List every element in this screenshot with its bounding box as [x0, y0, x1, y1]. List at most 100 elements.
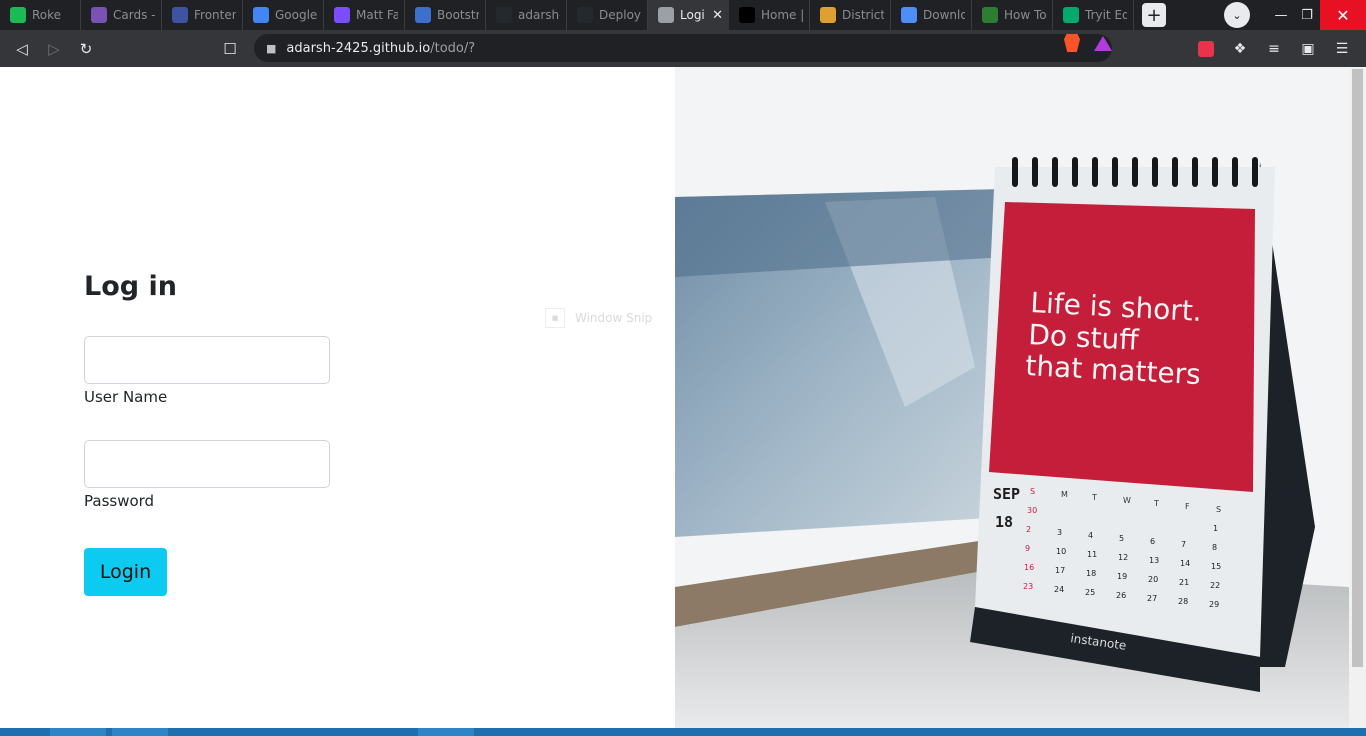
calendar-day: 11	[1087, 550, 1097, 559]
page-scrollbar[interactable]	[1349, 67, 1366, 728]
url-host: adarsh-2425.github.io	[286, 40, 431, 56]
login-button[interactable]: Login	[84, 548, 167, 596]
calendar-day: 1	[1213, 524, 1218, 533]
tab-title: Deploy	[599, 8, 641, 22]
w3-icon	[1063, 7, 1079, 23]
os-taskbar	[0, 728, 1366, 736]
calendar-day: 4	[1088, 531, 1093, 540]
tab-title: adarsh-	[518, 8, 560, 22]
extension-icon[interactable]	[1190, 33, 1222, 65]
taskbar-item[interactable]	[112, 728, 168, 736]
calendar-day: 23	[1023, 582, 1033, 591]
minimize-icon[interactable]: —	[1268, 0, 1294, 30]
calendar-day: 15	[1211, 562, 1221, 571]
tab-title: Districts	[842, 8, 884, 22]
tab-title: Matt Fa	[356, 8, 398, 22]
calendar-day: 19	[1117, 572, 1127, 581]
spiral-ring	[1092, 157, 1098, 187]
calendar-day: 3	[1057, 528, 1062, 537]
username-label: User Name	[84, 388, 168, 406]
close-window-icon[interactable]: ✕	[1320, 0, 1366, 30]
close-tab-icon[interactable]: ✕	[712, 8, 723, 23]
media-queue-icon[interactable]: ≡	[1258, 33, 1290, 65]
tab-title: Google	[275, 8, 317, 22]
calendar-day: 29	[1209, 600, 1219, 609]
tab-7[interactable]: Deploy	[567, 0, 648, 30]
calendar-day: 7	[1181, 540, 1186, 549]
tab-list: Roke Cards - B Fronten Google Matt Fa Bootstr…	[0, 0, 1134, 30]
spiral-ring	[1152, 157, 1158, 187]
tab-2[interactable]: Fronten	[162, 0, 243, 30]
menu-icon[interactable]: ☰	[1326, 33, 1358, 65]
frontend-mentor-icon	[172, 7, 188, 23]
wix-icon	[739, 7, 755, 23]
tab-9[interactable]: Home |	[729, 0, 810, 30]
tab-11[interactable]: Downlo	[891, 0, 972, 30]
tab-12[interactable]: How To	[972, 0, 1053, 30]
tab-title: How To	[1004, 8, 1046, 22]
mdb-icon	[415, 7, 431, 23]
new-tab-button[interactable]: +	[1142, 3, 1166, 27]
tab-title: Downlo	[923, 8, 965, 22]
calendar-day: 6	[1150, 537, 1155, 546]
tab-search-icon[interactable]: ⌄	[1224, 2, 1250, 28]
forward-icon[interactable]: ▷	[38, 33, 70, 65]
snip-icon: ■	[545, 308, 565, 328]
calendar-weekday: T	[1091, 493, 1097, 502]
calendar-day: 30	[1027, 506, 1037, 515]
page-title: Log in	[84, 271, 177, 302]
spiral-ring	[1072, 157, 1078, 187]
chart-icon	[334, 7, 350, 23]
tab-10[interactable]: Districts	[810, 0, 891, 30]
tab-title: Logi	[680, 8, 705, 22]
calendar-weekday: W	[1123, 496, 1131, 505]
tab-13[interactable]: Tryit Edi	[1053, 0, 1134, 30]
tab-6[interactable]: adarsh-	[486, 0, 567, 30]
bootstrap-icon	[91, 7, 107, 23]
calendar-weekday: F	[1185, 502, 1190, 511]
taskbar-item[interactable]	[50, 728, 106, 736]
lock-icon: ■	[266, 41, 277, 55]
calendar-day: 13	[1149, 556, 1159, 565]
spiral-ring	[1252, 157, 1258, 187]
address-bar[interactable]: ■ adarsh-2425.github.io/todo/?	[254, 34, 1112, 62]
hero-photo: Life is short. Do stuff that matters SEP…	[675, 67, 1349, 728]
restore-icon[interactable]: ❐	[1294, 0, 1320, 30]
scrollbar-thumb[interactable]	[1352, 69, 1363, 667]
tab-1[interactable]: Cards - B	[81, 0, 162, 30]
github-icon	[577, 7, 593, 23]
password-input[interactable]	[84, 440, 330, 488]
calendar-day: 26	[1116, 591, 1126, 600]
wallet-icon[interactable]: ▣	[1292, 33, 1324, 65]
google-icon	[253, 7, 269, 23]
tab-title: Fronten	[194, 8, 236, 22]
spiral-ring	[1232, 157, 1238, 187]
browser-toolbar: ◁ ▷ ↻ ☐ ■ adarsh-2425.github.io/todo/? ❖…	[0, 30, 1366, 67]
brave-shields-icon[interactable]	[1064, 34, 1080, 52]
calendar-day: 18	[1086, 569, 1096, 578]
diamond-icon	[901, 7, 917, 23]
spiral-ring	[1032, 157, 1038, 187]
tab-5[interactable]: Bootstra	[405, 0, 486, 30]
calendar-day: 16	[1024, 563, 1034, 572]
tab-4[interactable]: Matt Fa	[324, 0, 405, 30]
bookmark-icon[interactable]: ☐	[214, 33, 246, 65]
back-icon[interactable]: ◁	[6, 33, 38, 65]
reload-icon[interactable]: ↻	[70, 33, 102, 65]
calendar-month: SEP	[993, 485, 1020, 503]
tab-8[interactable]: Logi ✕	[648, 0, 729, 30]
calendar-day: 2	[1026, 525, 1031, 534]
username-input[interactable]	[84, 336, 330, 384]
tab-3[interactable]: Google	[243, 0, 324, 30]
extensions-puzzle-icon[interactable]: ❖	[1224, 33, 1256, 65]
calendar-weekday: T	[1153, 499, 1159, 508]
taskbar-item[interactable]	[418, 728, 474, 736]
districts-icon	[820, 7, 836, 23]
calendar-weekday: M	[1061, 490, 1068, 499]
spotify-icon	[10, 7, 26, 23]
tab-title: Bootstra	[437, 8, 479, 22]
tab-0[interactable]: Roke	[0, 0, 81, 30]
brave-rewards-icon[interactable]	[1094, 35, 1112, 51]
password-label: Password	[84, 492, 155, 510]
calendar-day: 27	[1147, 594, 1157, 603]
